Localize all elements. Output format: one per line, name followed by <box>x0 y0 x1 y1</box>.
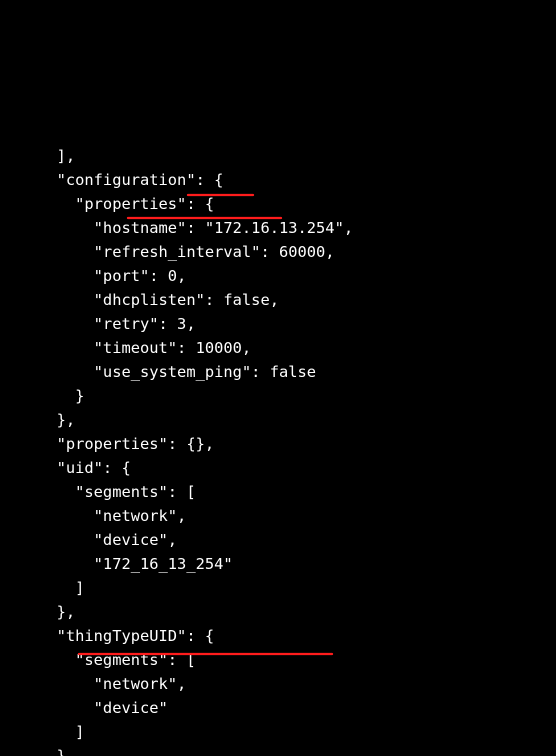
code-line: "properties": { <box>1 192 555 216</box>
code-text: "device" <box>1 699 168 717</box>
code-line: "segments": [ <box>1 648 555 672</box>
code-line: "configuration": { <box>1 168 555 192</box>
code-line: ] <box>1 720 555 744</box>
code-line: }, <box>1 600 555 624</box>
code-text: "172_16_13_254" <box>1 555 233 573</box>
code-text: "port": 0, <box>1 267 186 285</box>
code-line: "segments": [ <box>1 480 555 504</box>
code-line: "dhcplisten": false, <box>1 288 555 312</box>
code-line: "thingTypeUID": { <box>1 624 555 648</box>
code-line: ], <box>1 144 555 168</box>
code-line: ] <box>1 576 555 600</box>
code-text: "segments": [ <box>1 483 196 501</box>
code-text: "thingTypeUID": { <box>1 627 214 645</box>
code-text: "network", <box>1 507 186 525</box>
code-line: "refresh_interval": 60000, <box>1 240 555 264</box>
code-text: "use_system_ping": false <box>1 363 316 381</box>
code-line: }, <box>1 408 555 432</box>
code-text: "properties": {}, <box>1 435 214 453</box>
code-text: "hostname": "172.16.13.254", <box>1 219 353 237</box>
code-line: "hostname": "172.16.13.254", <box>1 216 555 240</box>
code-line: "network", <box>1 672 555 696</box>
code-line: "properties": {}, <box>1 432 555 456</box>
code-text: "segments": [ <box>1 651 196 669</box>
code-line: }, <box>1 744 555 756</box>
code-text: "refresh_interval": 60000, <box>1 243 335 261</box>
code-text: }, <box>1 747 75 756</box>
code-text: ] <box>1 723 84 741</box>
code-text: }, <box>1 603 75 621</box>
code-text: "retry": 3, <box>1 315 196 333</box>
code-text: "uid": { <box>1 459 131 477</box>
code-text: } <box>1 387 84 405</box>
code-line: "device" <box>1 696 555 720</box>
terminal-output: ], "configuration": { "properties": { "h… <box>1 96 555 756</box>
code-text: "timeout": 10000, <box>1 339 251 357</box>
code-line: "retry": 3, <box>1 312 555 336</box>
code-line: "use_system_ping": false <box>1 360 555 384</box>
code-text: "properties": { <box>1 195 214 213</box>
code-text: }, <box>1 411 75 429</box>
code-text: "device", <box>1 531 177 549</box>
code-text: "configuration": { <box>1 171 223 189</box>
code-text: ] <box>1 579 84 597</box>
code-text: "network", <box>1 675 186 693</box>
code-line: "port": 0, <box>1 264 555 288</box>
code-line: "uid": { <box>1 456 555 480</box>
code-line: "network", <box>1 504 555 528</box>
code-line: "timeout": 10000, <box>1 336 555 360</box>
code-text: ], <box>1 147 75 165</box>
code-line: } <box>1 384 555 408</box>
code-text: "dhcplisten": false, <box>1 291 279 309</box>
code-line: "172_16_13_254" <box>1 552 555 576</box>
code-line: "device", <box>1 528 555 552</box>
